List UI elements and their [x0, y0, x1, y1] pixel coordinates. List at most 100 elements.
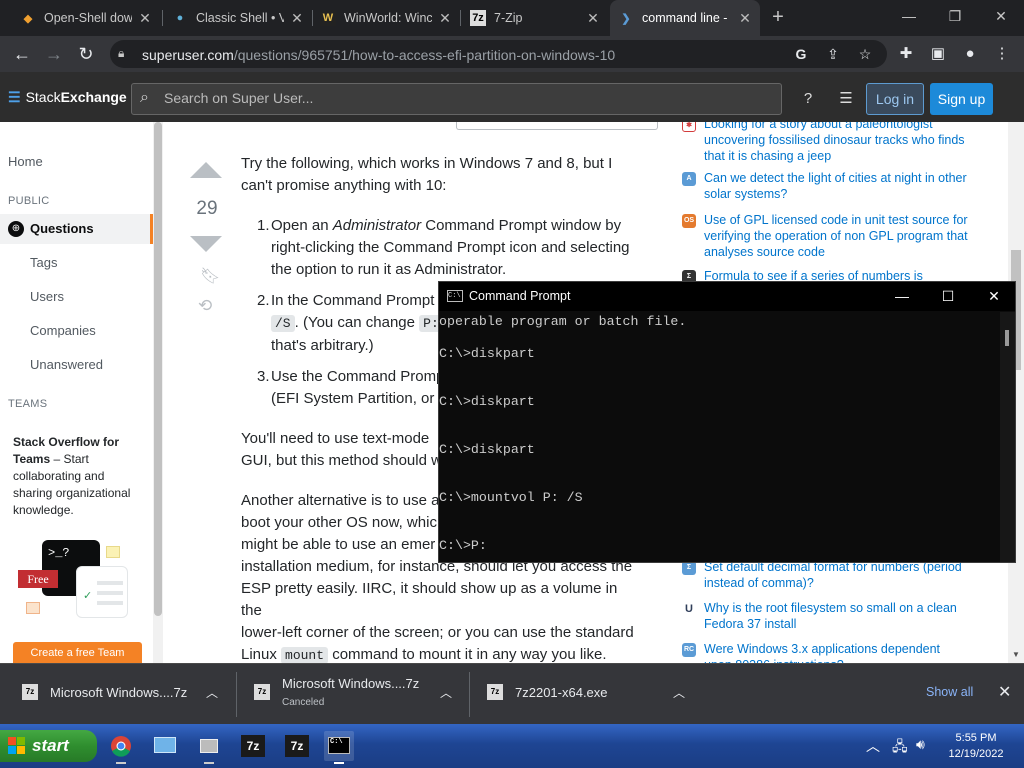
- cmd-output-line: C:\>diskpart: [439, 346, 535, 361]
- downvote-icon[interactable]: [190, 236, 222, 252]
- clock[interactable]: 5:55 PM 12/19/2022: [948, 730, 1004, 762]
- create-free-team-button[interactable]: Create a free Team: [13, 642, 142, 663]
- cmd-output-line: operable program or batch file.: [439, 314, 687, 329]
- nav-questions[interactable]: ⊕ Questions: [0, 214, 153, 244]
- cmd-close-button[interactable]: ✕: [971, 282, 1017, 311]
- 7zip-file-icon: 7z: [254, 684, 270, 700]
- checklist-icon: ✓: [76, 566, 128, 618]
- close-icon[interactable]: ✕: [738, 10, 752, 27]
- address-bar[interactable]: 🔒︎ superuser.com/questions/965751/how-to…: [110, 40, 887, 68]
- show-all-downloads-link[interactable]: Show all: [926, 685, 973, 699]
- free-badge: Free: [18, 570, 58, 588]
- close-icon[interactable]: ✕: [290, 10, 304, 27]
- nav-home[interactable]: Home: [8, 154, 43, 169]
- chevron-up-icon[interactable]: ︿: [206, 684, 218, 701]
- extensions-icon[interactable]: ✚: [896, 44, 916, 64]
- superuser-icon: ❯: [621, 12, 631, 25]
- search-input[interactable]: [164, 90, 764, 106]
- cmd-taskbar-icon[interactable]: C:\: [324, 731, 354, 764]
- cmd-output-line: C:\>P:: [439, 538, 487, 553]
- vote-count: 29: [196, 198, 218, 219]
- tab-classic-shell[interactable]: ● Classic Shell • V ✕: [164, 0, 312, 36]
- restore-button[interactable]: ❐: [932, 0, 978, 32]
- download-item[interactable]: 7z Microsoft Windows....7z ︿: [22, 664, 232, 725]
- nav-unanswered[interactable]: Unanswered: [30, 357, 103, 372]
- chevron-up-icon[interactable]: ︿: [440, 684, 452, 701]
- minimize-button[interactable]: —: [886, 0, 932, 32]
- unix-icon: U: [682, 602, 696, 616]
- site-switcher-icon[interactable]: ☰: [836, 89, 856, 109]
- control-panel-icon[interactable]: [150, 731, 180, 761]
- cmd-minimize-button[interactable]: —: [879, 282, 925, 311]
- nav-companies[interactable]: Companies: [30, 323, 96, 338]
- winworld-icon: W: [320, 10, 336, 26]
- browser-tab-strip: ◆ Open-Shell dow ✕ ● Classic Shell • V ✕…: [0, 0, 1024, 36]
- close-icon[interactable]: ✕: [586, 10, 600, 27]
- forward-icon[interactable]: →: [42, 42, 66, 66]
- stackexchange-logo[interactable]: ☰ StackExchange: [8, 89, 127, 106]
- cmd-output-line: C:\>diskpart: [439, 394, 535, 409]
- tray-chevron-icon[interactable]: ︿: [866, 736, 880, 756]
- cmd-console[interactable]: operable program or batch file. C:\>diskp…: [439, 312, 999, 562]
- profile-icon[interactable]: ●: [960, 44, 980, 64]
- bookmark-star-icon[interactable]: ☆: [856, 45, 874, 63]
- cmd-maximize-button[interactable]: ☐: [925, 282, 971, 311]
- close-icon[interactable]: ✕: [998, 682, 1011, 702]
- menu-icon[interactable]: ⋮: [992, 44, 1012, 64]
- help-icon[interactable]: ?: [798, 89, 818, 109]
- search-icon: ⌕: [140, 89, 149, 106]
- clock-date: 12/19/2022: [948, 748, 1004, 760]
- hamburger-icon: ☰: [8, 89, 21, 105]
- cmd-app-icon: C:\: [447, 290, 463, 302]
- tab-winworld[interactable]: W WinWorld: Winc ✕: [312, 0, 460, 36]
- history-icon[interactable]: ⟲: [198, 296, 212, 316]
- scifi-icon: ✱: [682, 122, 696, 132]
- download-status: Canceled: [282, 697, 325, 708]
- taskbar: start 7z 7z C:\ ︿ 🖧︎ 🔊︎ 5:55 PM 12/19/20…: [0, 724, 1024, 768]
- nav-tags[interactable]: Tags: [30, 255, 57, 270]
- tab-7zip[interactable]: 7z 7-Zip ✕: [462, 0, 608, 36]
- cmd-titlebar[interactable]: C:\ Command Prompt — ☐ ✕: [439, 282, 1015, 311]
- login-button[interactable]: Log in: [866, 83, 924, 115]
- teams-promo: Stack Overflow for Teams – Start collabo…: [13, 434, 143, 519]
- note-icon: [106, 546, 120, 558]
- back-icon[interactable]: ←: [10, 42, 34, 66]
- 7zip-app-icon[interactable]: 7z: [238, 731, 268, 761]
- reload-icon[interactable]: ↻: [74, 42, 98, 66]
- command-prompt-window[interactable]: C:\ Command Prompt — ☐ ✕ operable progra…: [438, 281, 1016, 563]
- tab-superuser[interactable]: ❯ command line - ✕: [610, 0, 760, 36]
- download-item[interactable]: 7z 7z2201-x64.exe ︿: [487, 664, 697, 725]
- download-item[interactable]: 7z Microsoft Windows....7z Canceled ︿: [254, 664, 464, 725]
- nav-heading-public: PUBLIC: [8, 195, 50, 207]
- google-icon[interactable]: G: [792, 45, 810, 63]
- close-window-button[interactable]: ✕: [978, 0, 1024, 32]
- nav-heading-teams: TEAMS: [8, 398, 48, 410]
- start-button[interactable]: start: [0, 730, 97, 762]
- 7zip-app-icon[interactable]: 7z: [282, 731, 312, 761]
- network-icon[interactable]: 🖧︎: [892, 736, 908, 760]
- upvote-icon[interactable]: [190, 162, 222, 178]
- signup-button[interactable]: Sign up: [930, 83, 993, 115]
- nav-users[interactable]: Users: [30, 289, 64, 304]
- 7zip-icon: 7z: [470, 10, 486, 26]
- volume-icon[interactable]: 🔊︎: [916, 736, 925, 753]
- chrome-icon[interactable]: [106, 731, 136, 764]
- windows-flag-icon: [8, 737, 26, 755]
- share-icon[interactable]: ⇪: [824, 45, 842, 63]
- chevron-up-icon[interactable]: ︿: [673, 684, 685, 701]
- cmd-scrollbar[interactable]: [1000, 312, 1015, 562]
- side-panel-icon[interactable]: ▣: [928, 44, 948, 64]
- 7zip-file-icon: 7z: [487, 684, 503, 700]
- site-search[interactable]: ⌕: [131, 83, 782, 115]
- installer-icon[interactable]: [194, 731, 224, 764]
- cmd-output-line: C:\>mountvol P: /S: [439, 490, 583, 505]
- close-icon[interactable]: ✕: [438, 10, 452, 27]
- site-header: ☰StackExchange ⌕ ? ☰ Log in Sign up: [0, 72, 1024, 122]
- retrocomputing-icon: RC: [682, 643, 696, 657]
- bookmark-icon[interactable]: 🔖︎: [200, 266, 220, 286]
- sidebar-scrollbar[interactable]: [153, 122, 163, 663]
- tab-open-shell[interactable]: ◆ Open-Shell dow ✕: [12, 0, 160, 36]
- new-tab-button[interactable]: +: [766, 6, 790, 30]
- classic-shell-icon: ●: [176, 12, 184, 24]
- close-icon[interactable]: ✕: [138, 10, 152, 27]
